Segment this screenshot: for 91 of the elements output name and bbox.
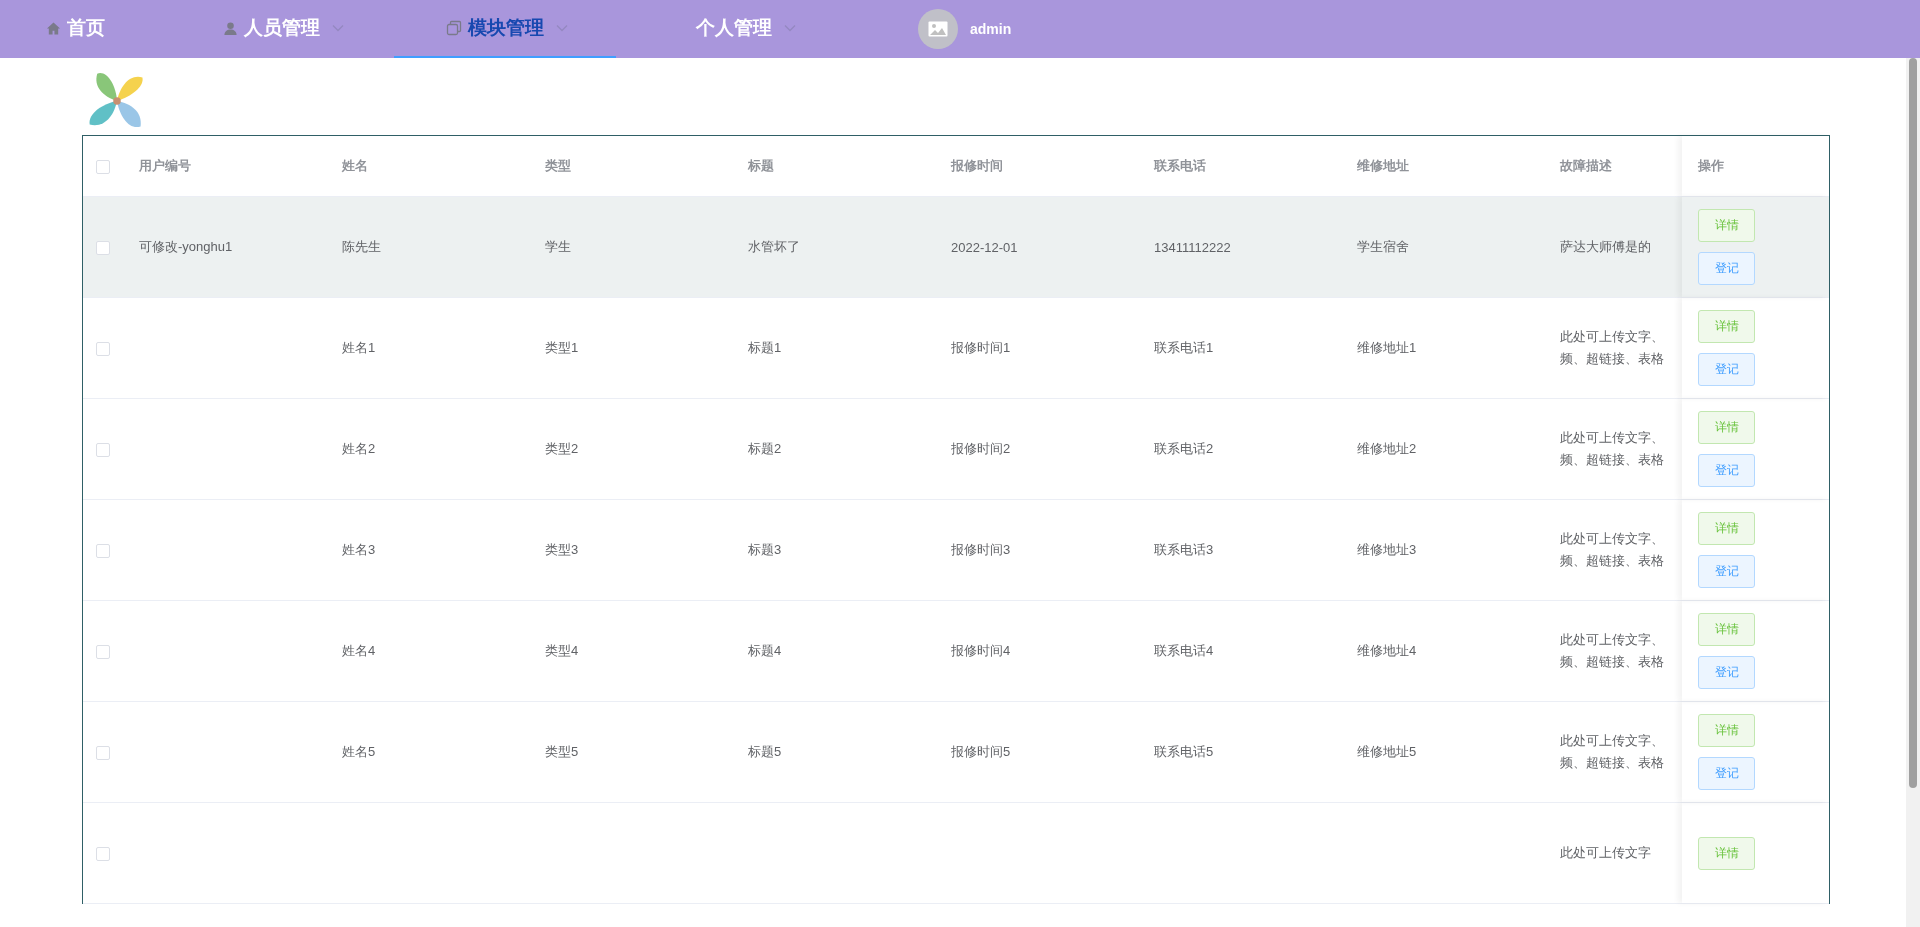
description-cell-text: 此处可上传文字、 频、超链接、表格 (1560, 631, 1664, 671)
details-button[interactable]: 详情 (1698, 310, 1755, 343)
row-checkbox[interactable] (96, 341, 110, 356)
column-header: 标题 (748, 158, 774, 173)
user-icon (223, 20, 238, 36)
table-cell: 标题1 (748, 340, 782, 355)
column-header: 用户编号 (139, 158, 191, 173)
table-cell: 姓名1 (342, 340, 376, 355)
row-checkbox[interactable] (96, 846, 110, 861)
table-cell: 联系电话2 (1154, 441, 1214, 456)
table-cell: 维修地址2 (1357, 441, 1417, 456)
table-cell: 报修时间5 (951, 744, 1011, 759)
table-cell: 13411112222 (1154, 239, 1231, 255)
table-cell: 类型2 (545, 441, 579, 456)
table-cell: 姓名3 (342, 542, 376, 557)
column-header: 操作 (1698, 157, 1724, 175)
row-checkbox[interactable] (96, 543, 110, 558)
home-icon (46, 20, 61, 36)
nav-tab[interactable]: 首页 (46, 0, 127, 58)
description-cell-text: 此处可上传文字、 频、超链接、表格 (1560, 429, 1664, 469)
row-checkbox[interactable] (96, 745, 110, 760)
table-cell: 标题2 (748, 441, 782, 456)
table-cell: 类型5 (545, 744, 579, 759)
register-button[interactable]: 登记 (1698, 252, 1755, 285)
details-button[interactable]: 详情 (1698, 714, 1755, 747)
username[interactable]: admin (970, 21, 1012, 37)
table-cell: 维修地址5 (1357, 744, 1417, 759)
table-row[interactable]: 姓名4 类型4 标题4 报修时间4 联系电话4 维修地址4 此处可上传文字、 频、超链接、表格 详情 登记 (83, 601, 1829, 702)
scrollbar[interactable] (1906, 58, 1920, 927)
nav-tab[interactable]: 个人管理 (696, 0, 818, 58)
table-cell: 维修地址1 (1357, 340, 1417, 355)
register-button[interactable]: 登记 (1698, 656, 1755, 689)
nav-tab[interactable]: 模块管理 (394, 0, 616, 58)
column-header: 姓名 (342, 158, 368, 173)
table-cell: 报修时间4 (951, 643, 1011, 658)
table-cell: 维修地址3 (1357, 542, 1417, 557)
row-checkbox[interactable] (96, 240, 110, 255)
column-header: 类型 (545, 158, 571, 173)
table-cell: 水管坏了 (748, 239, 800, 254)
table-cell: 联系电话3 (1154, 542, 1214, 557)
description-cell-text: 此处可上传文字、 频、超链接、表格 (1560, 328, 1664, 368)
table-row[interactable]: 姓名1 类型1 标题1 报修时间1 联系电话1 维修地址1 此处可上传文字、 频、超链接、表格 详情 登记 (83, 298, 1829, 399)
details-button[interactable]: 详情 (1698, 836, 1755, 870)
column-header: 联系电话 (1154, 158, 1206, 173)
details-button[interactable]: 详情 (1698, 209, 1755, 242)
table-cell: 联系电话4 (1154, 643, 1214, 658)
table-cell: 类型3 (545, 542, 579, 557)
table-cell: 维修地址4 (1357, 643, 1417, 658)
table-cell: 联系电话1 (1154, 340, 1214, 355)
register-button[interactable]: 登记 (1698, 353, 1755, 386)
table-cell: 学生宿舍 (1357, 239, 1409, 254)
table-row[interactable]: 可修改-yonghu1 陈先生 学生 水管坏了 2022-12-01 13411112222 学生宿舍 萨达大师傅是的 详情 登记 (83, 197, 1829, 298)
table-cell: 标题4 (748, 643, 782, 658)
column-header: 故障描述 (1560, 158, 1612, 173)
table-row[interactable]: 姓名5 类型5 标题5 报修时间5 联系电话5 维修地址5 此处可上传文字、 频、超链接、表格 详情 登记 (83, 702, 1829, 803)
description-cell-text: 此处可上传文字 (1560, 844, 1651, 862)
table-cell: 报修时间1 (951, 340, 1011, 355)
table-cell: 学生 (545, 239, 571, 254)
description-cell-text: 萨达大师傅是的 (1560, 238, 1651, 256)
table-cell: 陈先生 (342, 239, 381, 254)
table-cell: 可修改-yonghu1 (139, 239, 233, 254)
table-cell: 报修时间2 (951, 441, 1011, 456)
nav-tab[interactable]: 人员管理 (223, 0, 366, 58)
table-cell: 联系电话5 (1154, 744, 1214, 759)
avatar-image-icon[interactable] (918, 9, 958, 49)
table-cell: 类型4 (545, 643, 579, 658)
details-button[interactable]: 详情 (1698, 512, 1755, 545)
register-button[interactable]: 登记 (1698, 454, 1755, 487)
details-button[interactable]: 详情 (1698, 411, 1755, 444)
select-all-checkbox[interactable] (96, 159, 110, 174)
table-cell: 姓名5 (342, 744, 376, 759)
register-button[interactable]: 登记 (1698, 555, 1755, 588)
table-cell: 标题3 (748, 542, 782, 557)
table-cell: 姓名4 (342, 643, 376, 658)
table-cell: 标题5 (748, 744, 782, 759)
description-cell-text: 此处可上传文字、 频、超链接、表格 (1560, 732, 1664, 772)
column-header: 维修地址 (1357, 158, 1409, 173)
copy-icon (446, 20, 462, 36)
row-checkbox[interactable] (96, 442, 110, 457)
column-header: 报修时间 (951, 158, 1003, 173)
details-button[interactable]: 详情 (1698, 613, 1755, 646)
table-cell: 类型1 (545, 340, 579, 355)
table-row[interactable]: 姓名3 类型3 标题3 报修时间3 联系电话3 维修地址3 此处可上传文字、 频、超链接、表格 详情 登记 (83, 500, 1829, 601)
description-cell-text: 此处可上传文字、 频、超链接、表格 (1560, 530, 1664, 570)
row-checkbox[interactable] (96, 644, 110, 659)
table-cell: 2022-12-01 (951, 239, 1018, 255)
table-cell: 姓名2 (342, 441, 376, 456)
register-button[interactable]: 登记 (1698, 757, 1755, 790)
table-row[interactable]: 姓名2 类型2 标题2 报修时间2 联系电话2 维修地址2 此处可上传文字、 频、超链接、表格 详情 登记 (83, 399, 1829, 500)
table-cell: 报修时间3 (951, 542, 1011, 557)
table-row[interactable]: 此处可上传文字 详情 (83, 803, 1829, 904)
